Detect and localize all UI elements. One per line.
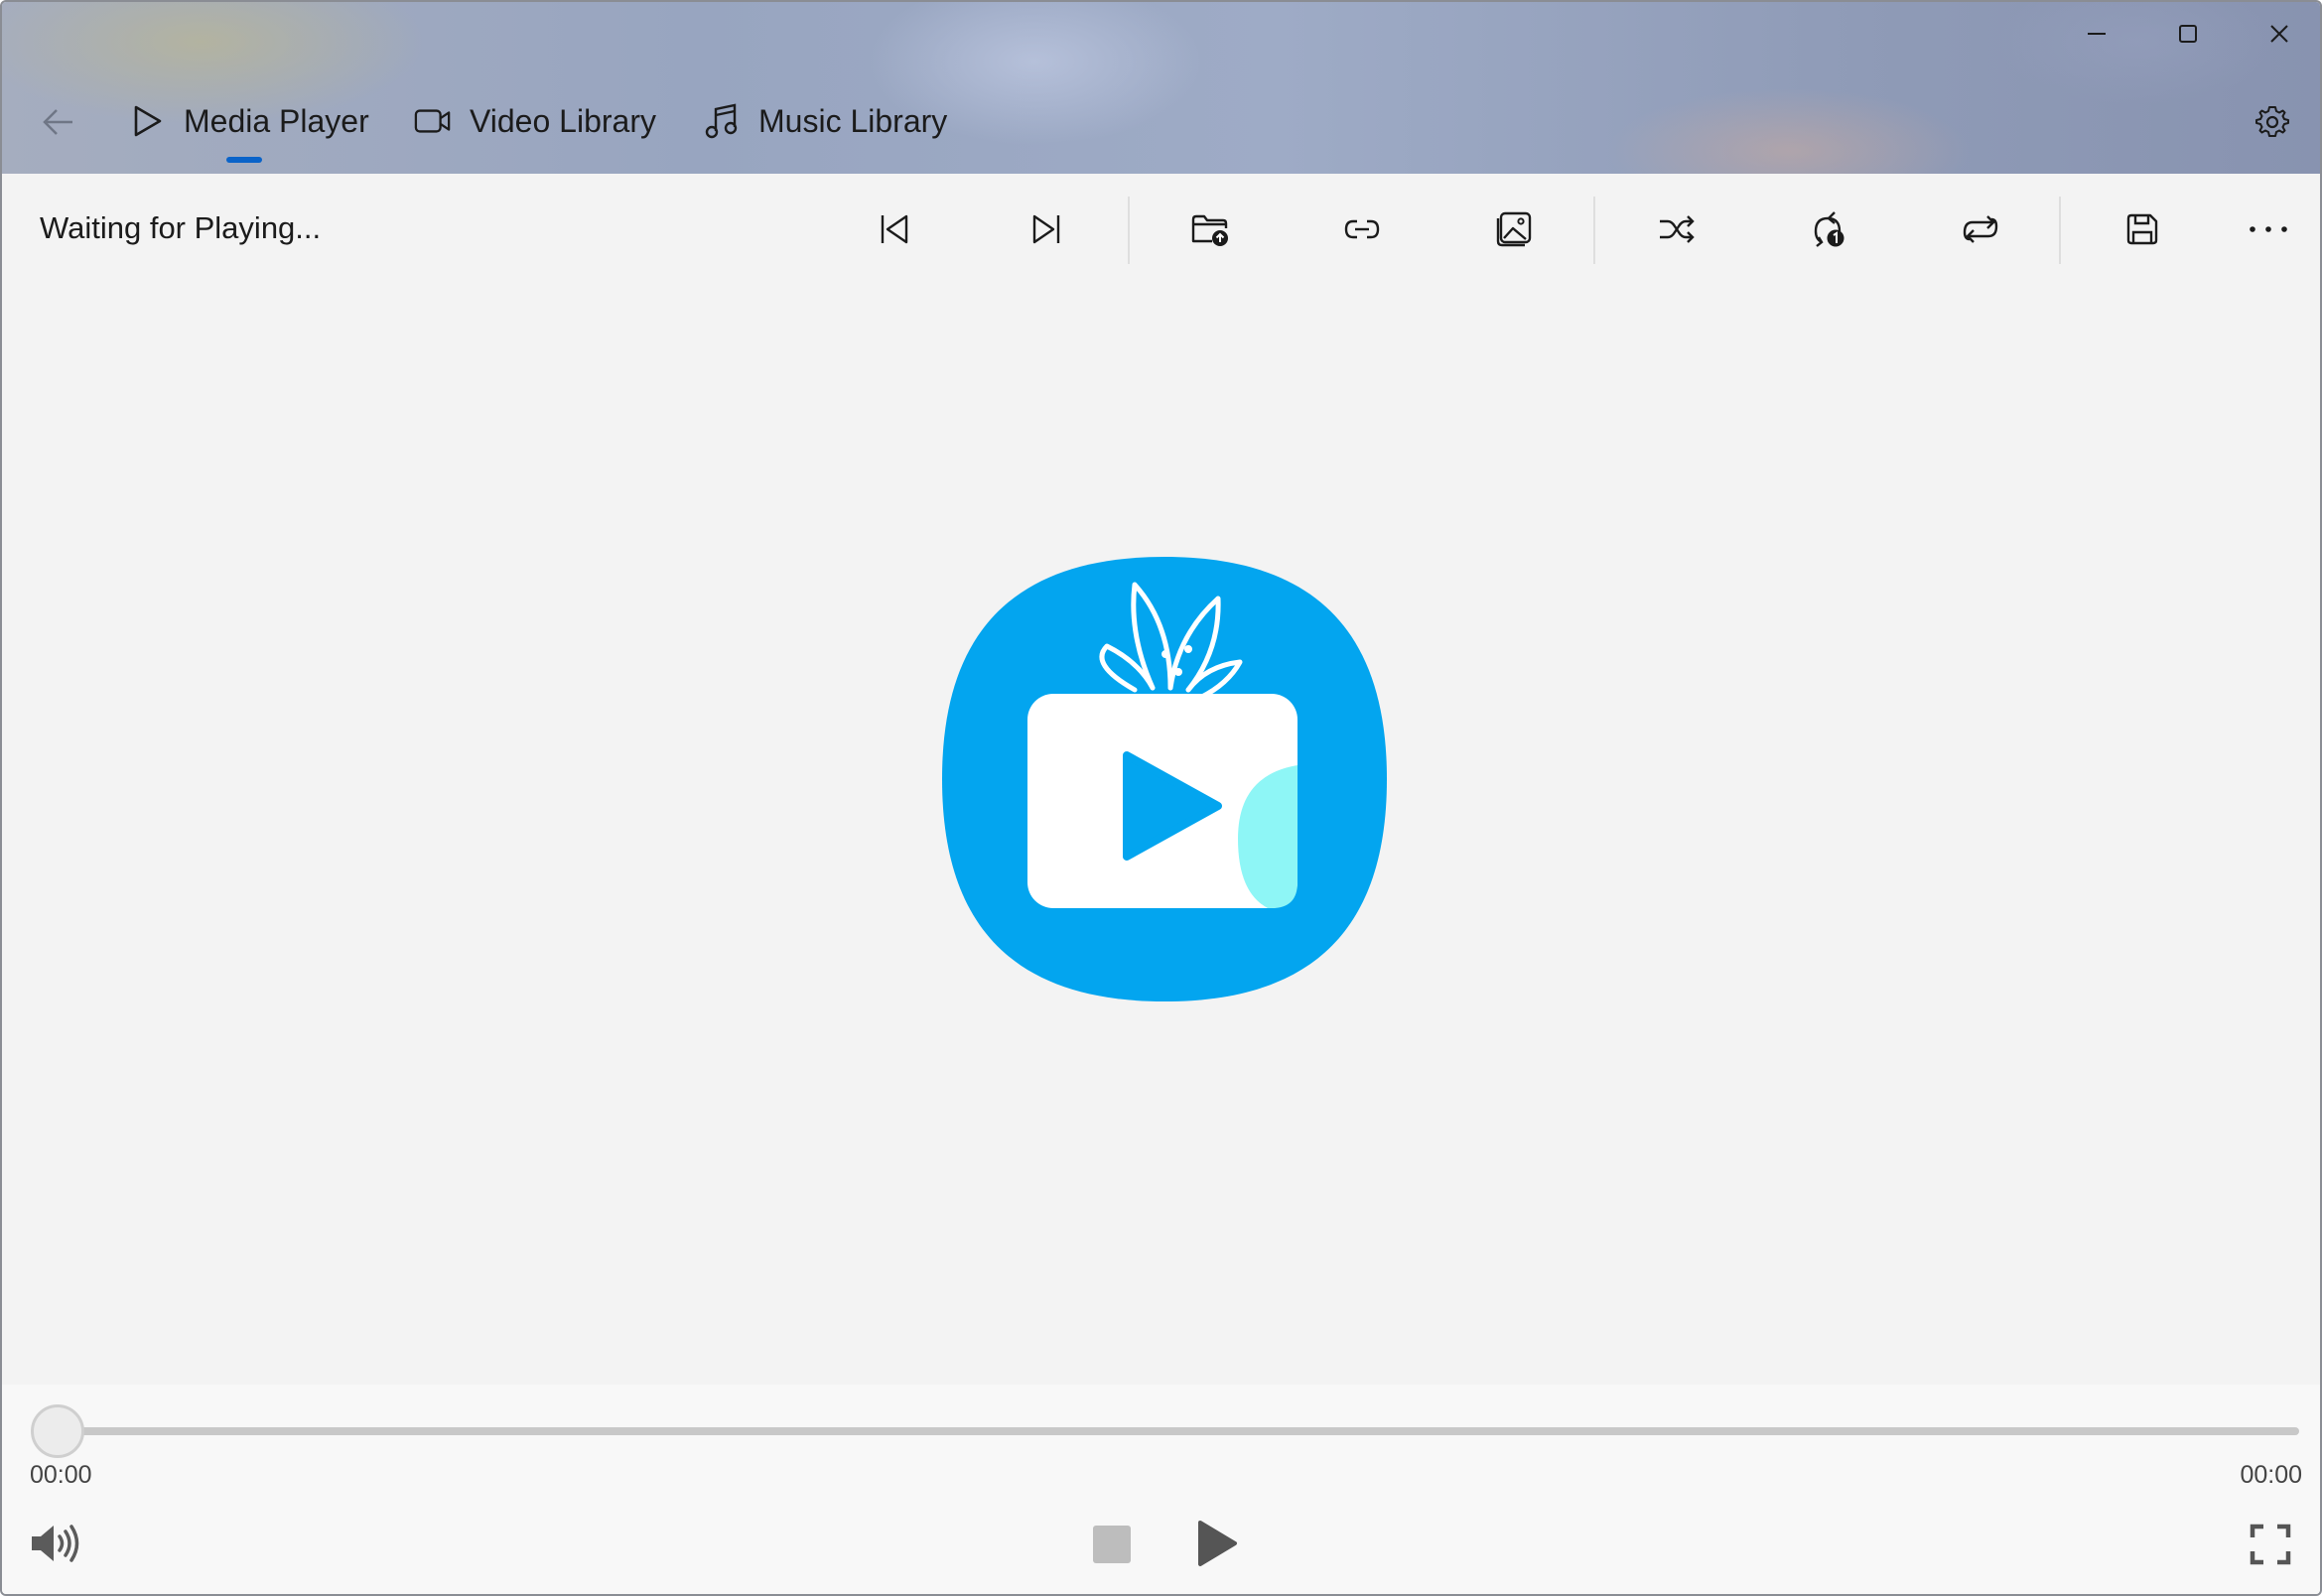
settings-button[interactable] bbox=[2248, 97, 2297, 147]
tab-label: Media Player bbox=[184, 102, 369, 139]
previous-button[interactable] bbox=[863, 200, 926, 258]
shuffle-button[interactable] bbox=[1645, 200, 1708, 258]
volume-button[interactable] bbox=[26, 1519, 85, 1568]
tab-label: Music Library bbox=[758, 102, 948, 139]
video-camera-icon bbox=[414, 102, 452, 140]
close-button[interactable] bbox=[2234, 2, 2320, 66]
fullscreen-icon bbox=[2250, 1524, 2291, 1565]
image-button[interactable] bbox=[1482, 200, 1546, 258]
save-button[interactable] bbox=[2111, 200, 2174, 258]
transport-bar bbox=[2, 1385, 2320, 1594]
open-link-button[interactable] bbox=[1330, 200, 1394, 258]
music-note-icon bbox=[703, 102, 741, 140]
current-time: 00:00 bbox=[30, 1461, 92, 1489]
back-button[interactable] bbox=[28, 97, 87, 147]
more-options-button[interactable] bbox=[2237, 200, 2300, 258]
open-folder-button[interactable] bbox=[1178, 200, 1242, 258]
more-options-icon bbox=[2250, 226, 2287, 232]
playback-status: Waiting for Playing... bbox=[40, 210, 322, 245]
seek-bar-track[interactable] bbox=[56, 1427, 2299, 1435]
app-window: Media Player Video Library Music Library bbox=[0, 0, 2322, 1596]
tab-media-player[interactable]: Media Player bbox=[128, 91, 369, 151]
repeat-one-button[interactable] bbox=[1797, 200, 1860, 258]
repeat-all-button[interactable] bbox=[1949, 200, 2012, 258]
back-arrow-icon bbox=[43, 109, 72, 135]
next-button[interactable] bbox=[1015, 200, 1078, 258]
stop-button[interactable] bbox=[1088, 1521, 1136, 1568]
open-link-icon bbox=[1344, 219, 1380, 239]
close-icon bbox=[2270, 25, 2288, 43]
command-separator bbox=[1593, 197, 1595, 264]
command-separator bbox=[2059, 197, 2061, 264]
seek-bar-thumb[interactable] bbox=[31, 1404, 84, 1458]
maximize-button[interactable] bbox=[2142, 2, 2234, 66]
image-icon bbox=[1496, 211, 1532, 247]
app-logo-icon bbox=[942, 557, 1387, 1001]
play-outline-icon bbox=[128, 102, 166, 140]
play-button[interactable] bbox=[1191, 1517, 1243, 1570]
repeat-one-icon bbox=[1814, 211, 1844, 247]
open-folder-icon bbox=[1191, 214, 1228, 246]
repeat-all-icon bbox=[1963, 215, 1998, 243]
selected-tab-indicator bbox=[226, 157, 262, 163]
tab-video-library[interactable]: Video Library bbox=[414, 91, 656, 151]
command-separator bbox=[1128, 197, 1130, 264]
minimize-button[interactable] bbox=[2051, 2, 2142, 66]
stop-icon bbox=[1093, 1526, 1131, 1563]
save-icon bbox=[2126, 213, 2158, 245]
total-time: 00:00 bbox=[2240, 1461, 2302, 1489]
fullscreen-button[interactable] bbox=[2250, 1521, 2291, 1568]
minimize-icon bbox=[2088, 33, 2106, 35]
next-track-icon bbox=[1032, 214, 1060, 244]
volume-icon bbox=[32, 1525, 79, 1562]
play-icon bbox=[1198, 1521, 1237, 1566]
previous-track-icon bbox=[881, 214, 908, 244]
gear-icon bbox=[2255, 106, 2289, 137]
shuffle-icon bbox=[1660, 215, 1695, 243]
maximize-icon bbox=[2179, 25, 2197, 43]
tab-label: Video Library bbox=[470, 102, 656, 139]
tab-music-library[interactable]: Music Library bbox=[703, 91, 947, 151]
